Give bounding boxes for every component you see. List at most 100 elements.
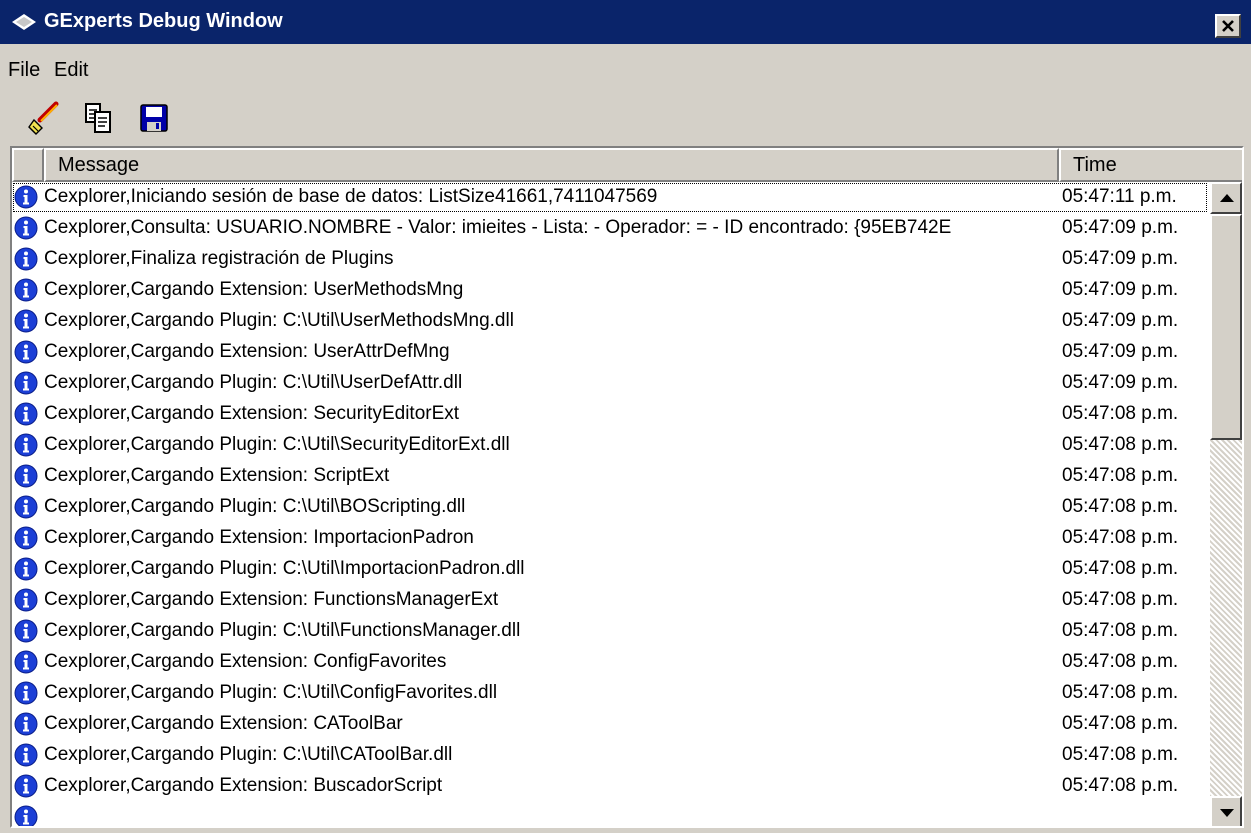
copy-icon bbox=[85, 103, 111, 133]
list-row[interactable] bbox=[12, 802, 1208, 826]
row-message: Cexplorer,Cargando Extension: FunctionsM… bbox=[44, 589, 499, 610]
row-time: 05:47:08 p.m. bbox=[1062, 589, 1179, 610]
list-header: Message Time bbox=[12, 148, 1242, 182]
copy-button[interactable] bbox=[80, 100, 116, 136]
clear-icon bbox=[28, 101, 59, 135]
window-title: GExperts Debug Window bbox=[44, 10, 283, 32]
row-message: Cexplorer,Cargando Plugin: C:\Util\CAToo… bbox=[44, 744, 453, 765]
column-header-time[interactable]: Time bbox=[1059, 148, 1242, 182]
info-icon bbox=[14, 247, 38, 271]
column-header-icon[interactable] bbox=[12, 148, 44, 182]
list-row[interactable]: Cexplorer,Cargando Plugin: C:\Util\Impor… bbox=[12, 554, 1208, 585]
list-rows: Cexplorer,Iniciando sesión de base de da… bbox=[12, 182, 1208, 826]
row-time: 05:47:09 p.m. bbox=[1062, 372, 1179, 393]
row-message: Cexplorer,Cargando Plugin: C:\Util\Secur… bbox=[44, 434, 510, 455]
row-time: 05:47:08 p.m. bbox=[1062, 465, 1179, 486]
row-message: Cexplorer,Cargando Extension: BuscadorSc… bbox=[44, 775, 443, 796]
info-icon bbox=[14, 588, 38, 612]
close-button[interactable] bbox=[1215, 14, 1241, 38]
list-row[interactable]: Cexplorer,Cargando Extension: CAToolBar 0… bbox=[12, 709, 1208, 740]
row-time: 05:47:09 p.m. bbox=[1062, 248, 1179, 269]
list-row[interactable]: Cexplorer,Cargando Extension: UserAttrDe… bbox=[12, 337, 1208, 368]
list-row[interactable]: Cexplorer,Finaliza registración de Plugi… bbox=[12, 244, 1208, 275]
list-row[interactable]: Cexplorer,Cargando Plugin: C:\Util\BOScr… bbox=[12, 492, 1208, 523]
row-message: Cexplorer,Cargando Plugin: C:\Util\UserD… bbox=[44, 372, 463, 393]
row-time: 05:47:09 p.m. bbox=[1062, 341, 1179, 362]
title-bar[interactable]: GExperts Debug Window bbox=[0, 0, 1251, 44]
list-row[interactable]: Cexplorer,Cargando Extension: ConfigFavo… bbox=[12, 647, 1208, 678]
info-icon bbox=[14, 681, 38, 705]
debug-message-list[interactable]: Message Time Cexplorer,Iniciando sesión … bbox=[10, 146, 1244, 828]
list-row[interactable]: Cexplorer,Cargando Extension: Importacio… bbox=[12, 523, 1208, 554]
row-time: 05:47:08 p.m. bbox=[1062, 403, 1179, 424]
row-time: 05:47:11 p.m. bbox=[1062, 186, 1177, 207]
scroll-down-button[interactable] bbox=[1210, 796, 1242, 826]
column-header-message[interactable]: Message bbox=[44, 148, 1059, 182]
list-row[interactable]: Cexplorer,Cargando Extension: ScriptExt 0… bbox=[12, 461, 1208, 492]
info-icon bbox=[14, 495, 38, 519]
info-icon bbox=[14, 185, 38, 209]
info-icon bbox=[14, 216, 38, 240]
list-row[interactable]: Cexplorer,Cargando Plugin: C:\Util\UserM… bbox=[12, 306, 1208, 337]
vertical-scrollbar[interactable] bbox=[1210, 182, 1242, 826]
row-message: Cexplorer,Cargando Plugin: C:\Util\Funct… bbox=[44, 620, 521, 641]
info-icon bbox=[14, 433, 38, 457]
menu-edit[interactable]: Edit bbox=[54, 58, 88, 82]
list-row[interactable]: Cexplorer,Cargando Extension: FunctionsM… bbox=[12, 585, 1208, 616]
scroll-up-button[interactable] bbox=[1210, 182, 1242, 214]
row-message: Cexplorer,Consulta: USUARIO.NOMBRE - Val… bbox=[44, 217, 952, 238]
clear-button[interactable] bbox=[26, 100, 62, 136]
list-row[interactable]: Cexplorer,Cargando Plugin: C:\Util\UserD… bbox=[12, 368, 1208, 399]
list-row[interactable]: Cexplorer,Cargando Plugin: C:\Util\CAToo… bbox=[12, 740, 1208, 771]
info-icon bbox=[14, 619, 38, 643]
chevron-down-icon bbox=[1220, 809, 1234, 817]
list-row[interactable]: Cexplorer,Iniciando sesión de base de da… bbox=[12, 182, 1208, 213]
menu-file[interactable]: File bbox=[8, 58, 40, 82]
row-message: Cexplorer,Iniciando sesión de base de da… bbox=[44, 186, 658, 207]
row-message: Cexplorer,Cargando Extension: SecurityEd… bbox=[44, 403, 460, 424]
info-icon bbox=[14, 371, 38, 395]
toolbar bbox=[0, 94, 1251, 144]
info-icon bbox=[14, 402, 38, 426]
close-icon bbox=[1222, 20, 1234, 32]
info-icon bbox=[14, 340, 38, 364]
row-message: Cexplorer,Cargando Plugin: C:\Util\Confi… bbox=[44, 682, 498, 703]
app-icon bbox=[12, 14, 36, 30]
chevron-up-icon bbox=[1220, 194, 1234, 202]
row-message: Cexplorer,Cargando Extension: ScriptExt bbox=[44, 465, 390, 486]
info-icon bbox=[14, 743, 38, 767]
row-time: 05:47:08 p.m. bbox=[1062, 558, 1179, 579]
info-icon bbox=[14, 774, 38, 798]
row-time: 05:47:08 p.m. bbox=[1062, 744, 1179, 765]
row-time: 05:47:08 p.m. bbox=[1062, 527, 1179, 548]
row-time: 05:47:08 p.m. bbox=[1062, 682, 1179, 703]
list-row[interactable]: Cexplorer,Cargando Plugin: C:\Util\Confi… bbox=[12, 678, 1208, 709]
row-time: 05:47:09 p.m. bbox=[1062, 279, 1179, 300]
row-message: Cexplorer,Cargando Plugin: C:\Util\Impor… bbox=[44, 558, 525, 579]
row-message: Cexplorer,Cargando Plugin: C:\Util\UserM… bbox=[44, 310, 514, 331]
row-message: Cexplorer,Cargando Extension: UserMethod… bbox=[44, 279, 464, 300]
info-icon bbox=[14, 557, 38, 581]
row-time: 05:47:08 p.m. bbox=[1062, 651, 1179, 672]
list-row[interactable]: Cexplorer,Cargando Extension: UserMethod… bbox=[12, 275, 1208, 306]
row-message: Cexplorer,Cargando Extension: CAToolBar bbox=[44, 713, 403, 734]
row-time: 05:47:08 p.m. bbox=[1062, 620, 1179, 641]
row-time: 05:47:08 p.m. bbox=[1062, 434, 1179, 455]
list-row[interactable]: Cexplorer,Cargando Plugin: C:\Util\Secur… bbox=[12, 430, 1208, 461]
info-icon bbox=[14, 805, 38, 826]
row-time: 05:47:08 p.m. bbox=[1062, 775, 1179, 796]
list-row[interactable]: Cexplorer,Cargando Extension: BuscadorSc… bbox=[12, 771, 1208, 802]
list-row[interactable]: Cexplorer,Cargando Extension: SecurityEd… bbox=[12, 399, 1208, 430]
info-icon bbox=[14, 526, 38, 550]
scroll-thumb[interactable] bbox=[1210, 214, 1242, 440]
info-icon bbox=[14, 464, 38, 488]
save-icon bbox=[140, 104, 168, 132]
info-icon bbox=[14, 650, 38, 674]
save-button[interactable] bbox=[136, 100, 172, 136]
row-time: 05:47:09 p.m. bbox=[1062, 217, 1179, 238]
row-message: Cexplorer,Cargando Extension: UserAttrDe… bbox=[44, 341, 450, 362]
list-row[interactable]: Cexplorer,Cargando Plugin: C:\Util\Funct… bbox=[12, 616, 1208, 647]
info-icon bbox=[14, 309, 38, 333]
row-time: 05:47:09 p.m. bbox=[1062, 310, 1179, 331]
list-row[interactable]: Cexplorer,Consulta: USUARIO.NOMBRE - Val… bbox=[12, 213, 1208, 244]
